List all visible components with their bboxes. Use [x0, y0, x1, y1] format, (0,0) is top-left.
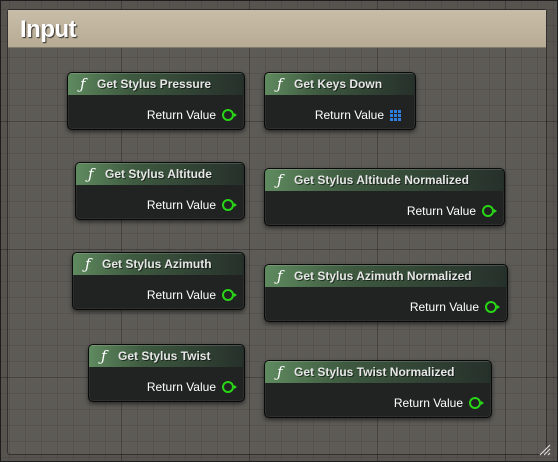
pin-label: Return Value: [146, 380, 216, 394]
function-icon: ƒ: [277, 75, 283, 93]
return-value-pin-row[interactable]: Return Value: [393, 395, 484, 411]
function-icon: ƒ: [88, 165, 94, 183]
float-pin-icon[interactable]: [222, 381, 237, 393]
pin-label: Return Value: [409, 300, 479, 314]
float-pin-icon[interactable]: [222, 289, 237, 301]
function-icon: ƒ: [85, 255, 91, 273]
float-pin-icon[interactable]: [222, 109, 237, 121]
node-get-keys-down[interactable]: ƒ Get Keys Down Return Value: [264, 72, 416, 130]
comment-header[interactable]: Input: [8, 10, 546, 48]
return-value-pin-row[interactable]: Return Value: [409, 299, 500, 315]
function-icon: ƒ: [277, 363, 283, 381]
node-title: Get Stylus Twist Normalized: [294, 365, 455, 379]
node-title: Get Stylus Twist: [118, 349, 211, 363]
node-get-stylus-twist-normalized[interactable]: ƒ Get Stylus Twist Normalized Return Val…: [264, 360, 492, 418]
node-title: Get Stylus Azimuth Normalized: [294, 269, 472, 283]
return-value-pin-row[interactable]: Return Value: [146, 379, 237, 395]
pin-label: Return Value: [393, 396, 463, 410]
resize-grip-icon[interactable]: [537, 442, 551, 456]
node-header: ƒ Get Stylus Azimuth: [73, 253, 244, 275]
node-title: Get Stylus Azimuth: [102, 257, 212, 271]
node-get-stylus-azimuth-normalized[interactable]: ƒ Get Stylus Azimuth Normalized Return V…: [264, 264, 508, 322]
node-get-stylus-pressure[interactable]: ƒ Get Stylus Pressure Return Value: [67, 72, 245, 130]
float-pin-icon[interactable]: [482, 205, 497, 217]
pin-label: Return Value: [406, 204, 476, 218]
node-header: ƒ Get Stylus Pressure: [68, 73, 244, 95]
comment-title: Input: [20, 16, 77, 43]
return-value-pin-row[interactable]: Return Value: [406, 203, 497, 219]
function-icon: ƒ: [277, 267, 283, 285]
node-get-stylus-twist[interactable]: ƒ Get Stylus Twist Return Value: [88, 344, 245, 402]
return-value-pin-row[interactable]: Return Value: [146, 197, 237, 213]
node-title: Get Stylus Pressure: [97, 77, 212, 91]
pin-label: Return Value: [146, 288, 216, 302]
pin-label: Return Value: [314, 108, 384, 122]
node-get-stylus-altitude[interactable]: ƒ Get Stylus Altitude Return Value: [75, 162, 245, 220]
function-icon: ƒ: [101, 347, 107, 365]
float-pin-icon[interactable]: [469, 397, 484, 409]
node-header: ƒ Get Stylus Twist: [89, 345, 244, 367]
node-header: ƒ Get Stylus Altitude: [76, 163, 244, 185]
float-pin-icon[interactable]: [222, 199, 237, 211]
array-pin-icon[interactable]: [390, 109, 401, 121]
node-title: Get Stylus Altitude: [105, 167, 212, 181]
node-get-stylus-altitude-normalized[interactable]: ƒ Get Stylus Altitude Normalized Return …: [264, 168, 505, 226]
node-title: Get Stylus Altitude Normalized: [294, 173, 469, 187]
return-value-pin-row[interactable]: Return Value: [146, 287, 237, 303]
pin-label: Return Value: [146, 198, 216, 212]
blueprint-graph-canvas[interactable]: Input ƒ Get Stylus Pressure Return Value…: [0, 0, 558, 462]
node-header: ƒ Get Stylus Twist Normalized: [265, 361, 491, 383]
float-pin-icon[interactable]: [485, 301, 500, 313]
return-value-pin-row[interactable]: Return Value: [315, 107, 401, 123]
node-header: ƒ Get Stylus Azimuth Normalized: [265, 265, 507, 287]
pin-label: Return Value: [146, 108, 216, 122]
function-icon: ƒ: [277, 171, 283, 189]
function-icon: ƒ: [80, 75, 86, 93]
return-value-pin-row[interactable]: Return Value: [146, 107, 237, 123]
node-header: ƒ Get Stylus Altitude Normalized: [265, 169, 504, 191]
node-get-stylus-azimuth[interactable]: ƒ Get Stylus Azimuth Return Value: [72, 252, 245, 310]
node-header: ƒ Get Keys Down: [265, 73, 415, 95]
node-title: Get Keys Down: [294, 77, 383, 91]
